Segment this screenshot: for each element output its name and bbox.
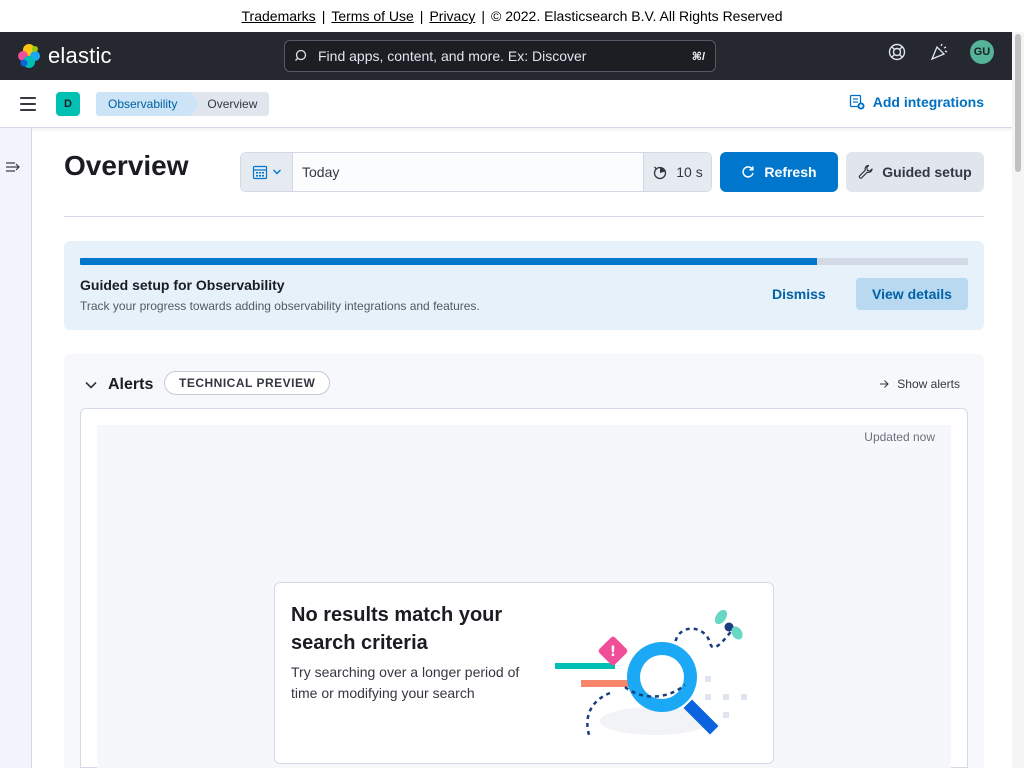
breadcrumb: Observability Overview <box>96 91 270 116</box>
empty-state-card: No results match your search criteria Tr… <box>274 582 774 764</box>
privacy-link[interactable]: Privacy <box>429 8 475 24</box>
help-icon[interactable] <box>886 41 908 63</box>
expand-nav-icon[interactable] <box>5 160 21 174</box>
brand-name: elastic <box>48 43 112 68</box>
top-header: elastic ⌘/ GU <box>0 32 1012 80</box>
quick-select-button[interactable] <box>241 153 293 191</box>
separator: | <box>419 8 424 24</box>
copyright-text: © 2022. Elasticsearch B.V. All Rights Re… <box>490 8 783 24</box>
calendar-icon <box>252 165 267 180</box>
guided-setup-progress <box>80 258 968 265</box>
updated-status: Updated now <box>864 430 935 444</box>
refresh-interval-value: 10 s <box>676 164 703 180</box>
callout-description: Track your progress towards adding obser… <box>80 299 480 313</box>
terms-link[interactable]: Terms of Use <box>331 8 413 24</box>
alerts-section: Alerts TECHNICAL PREVIEW Show alerts Upd… <box>64 354 984 768</box>
breadcrumb-observability[interactable]: Observability <box>96 91 200 116</box>
empty-state-title: No results match your search criteria <box>291 604 503 654</box>
alerts-title[interactable]: Alerts <box>108 376 153 394</box>
global-search[interactable]: ⌘/ <box>284 40 716 72</box>
dismiss-button[interactable]: Dismiss <box>772 286 826 302</box>
search-shortcut: ⌘/ <box>691 50 705 63</box>
progress-fill <box>80 258 818 265</box>
date-range-display[interactable]: Today <box>293 153 643 191</box>
refresh-interval[interactable]: 10 s <box>643 153 711 191</box>
divider <box>64 216 984 217</box>
separator: | <box>481 8 485 24</box>
legal-footer-bar: Trademarks | Terms of Use | Privacy | © … <box>0 0 1024 32</box>
breadcrumb-overview: Overview <box>191 91 270 116</box>
elastic-logo[interactable]: elastic <box>16 43 276 69</box>
guided-setup-button[interactable]: Guided setup <box>846 152 984 192</box>
chevron-down-icon <box>272 169 281 175</box>
add-integrations-label: Add integrations <box>872 94 984 110</box>
technical-preview-badge: TECHNICAL PREVIEW <box>164 371 331 395</box>
search-icon <box>295 49 307 61</box>
alerts-table-container: Updated now No results match your search… <box>80 408 968 768</box>
callout-title: Guided setup for Observability <box>80 277 285 293</box>
alerts-table: Updated now No results match your search… <box>97 425 951 768</box>
elastic-logo-icon <box>18 44 40 68</box>
page-scrollbar[interactable] <box>1012 32 1024 768</box>
space-avatar[interactable]: D <box>56 91 80 116</box>
page-title: Overview <box>64 150 189 181</box>
refresh-button[interactable]: Refresh <box>720 152 838 192</box>
refresh-label: Refresh <box>764 164 817 180</box>
separator: | <box>321 8 326 24</box>
no-results-illustration: ! <box>555 609 747 739</box>
guided-setup-callout: Guided setup for Observability Track you… <box>64 241 984 330</box>
wrench-icon <box>859 164 873 179</box>
date-picker: Today 10 s <box>240 152 712 192</box>
timer-icon <box>654 166 667 180</box>
show-alerts-label: Show alerts <box>897 377 960 391</box>
newsfeed-icon[interactable] <box>928 41 950 63</box>
refresh-icon <box>742 166 755 178</box>
guided-setup-label: Guided setup <box>882 164 972 180</box>
add-integrations-link[interactable]: Add integrations <box>849 94 984 110</box>
lifebuoy-icon <box>888 43 906 61</box>
party-popper-icon <box>930 43 948 61</box>
show-alerts-link[interactable]: Show alerts <box>879 377 960 391</box>
integrations-icon <box>849 94 865 110</box>
search-input[interactable] <box>318 48 692 64</box>
empty-state-body: Try searching over a longer period of ti… <box>291 664 520 701</box>
trademarks-link[interactable]: Trademarks <box>242 8 316 24</box>
menu-toggle-icon[interactable] <box>20 96 36 111</box>
chevron-down-icon[interactable] <box>84 378 98 392</box>
scrollbar-thumb[interactable] <box>1015 34 1021 172</box>
user-avatar[interactable]: GU <box>970 40 994 64</box>
collapsed-side-nav <box>0 128 32 768</box>
svg-text:!: ! <box>610 644 616 660</box>
view-details-button[interactable]: View details <box>856 278 968 310</box>
breadcrumb-bar: D Observability Overview Add integration… <box>0 80 1012 128</box>
arrow-right-icon <box>880 380 890 388</box>
